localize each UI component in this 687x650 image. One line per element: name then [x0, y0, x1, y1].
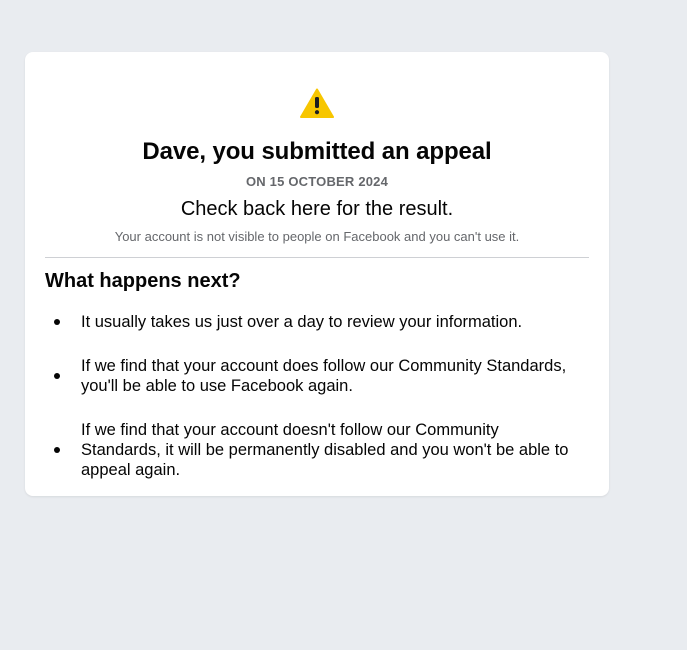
- bullet-icon: [45, 373, 81, 379]
- check-back-message: Check back here for the result.: [180, 198, 454, 220]
- page-title: Dave, you submitted an appeal: [142, 138, 492, 165]
- appeal-date: ON 15 OCTOBER 2024: [245, 174, 389, 189]
- list-item: It usually takes us just over a day to r…: [45, 310, 579, 334]
- what-happens-next-heading: What happens next?: [45, 270, 241, 292]
- next-steps-list: It usually takes us just over a day to r…: [45, 310, 579, 482]
- list-item: If we find that your account doesn't fol…: [45, 418, 579, 482]
- appeal-card: Dave, you submitted an appeal ON 15 OCTO…: [25, 52, 609, 496]
- warning-icon-container: [25, 88, 609, 118]
- list-item-text: It usually takes us just over a day to r…: [81, 313, 523, 331]
- bullet-icon: [45, 447, 81, 453]
- warning-triangle-icon: [300, 88, 334, 118]
- list-item: If we find that your account does follow…: [45, 354, 579, 398]
- list-item-text: If we find that your account does follow…: [81, 357, 567, 395]
- bullet-icon: [45, 319, 81, 325]
- list-item-text: If we find that your account doesn't fol…: [81, 421, 569, 479]
- account-status-notice: Your account is not visible to people on…: [114, 229, 520, 244]
- divider: [45, 257, 589, 258]
